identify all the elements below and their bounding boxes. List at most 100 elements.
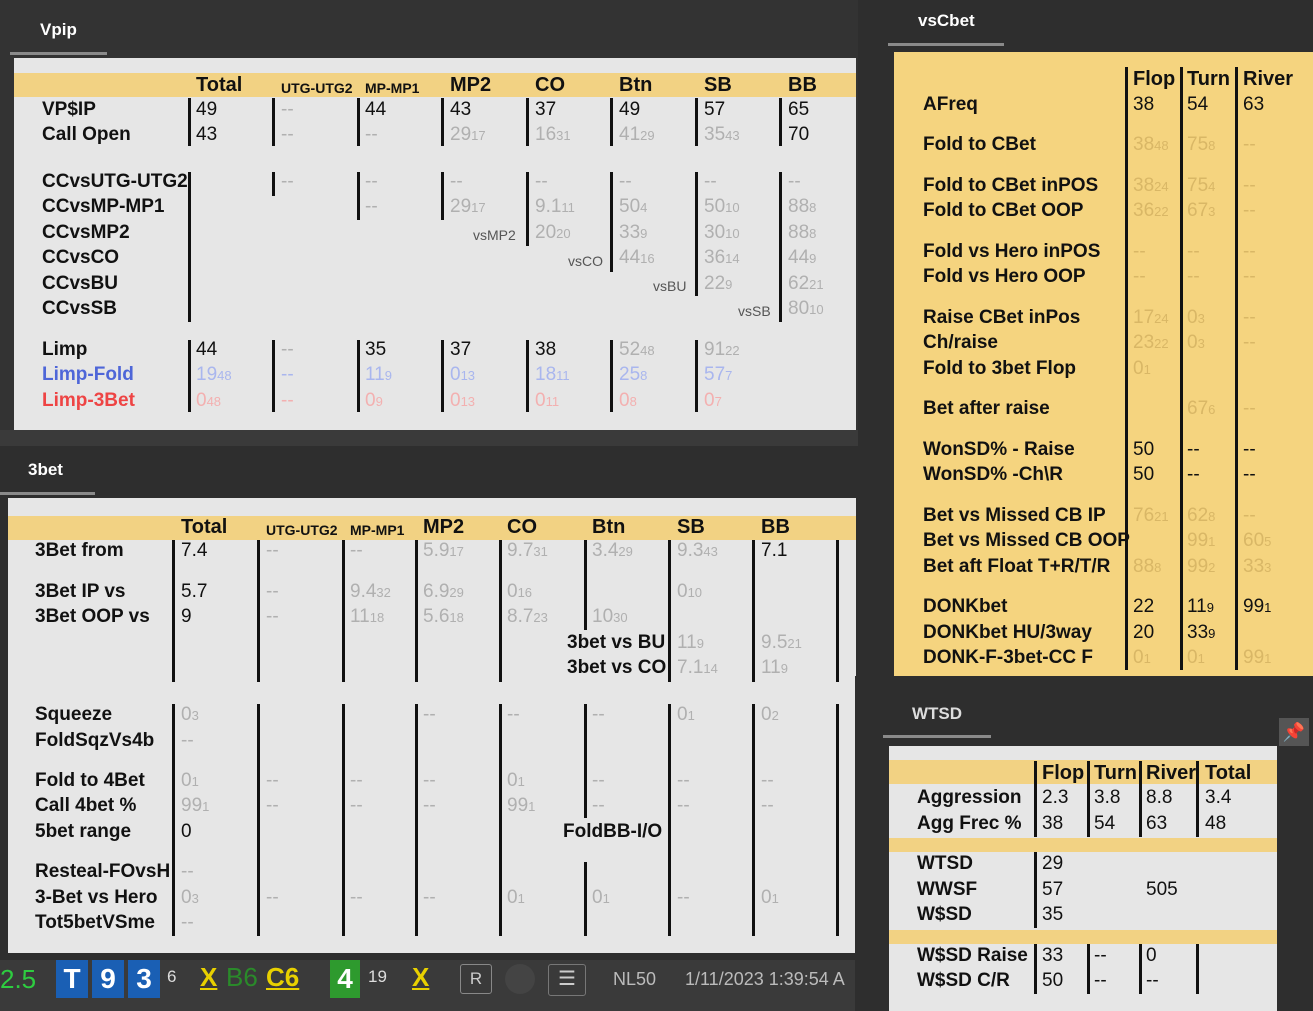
divider: [695, 172, 698, 296]
tb-tot5: --: [181, 912, 194, 933]
callopen-bb: 70: [788, 124, 810, 145]
tb-call4: --: [423, 795, 436, 816]
tb-call4: --: [677, 795, 690, 816]
tb-sqz: 02: [761, 704, 779, 725]
divider: [342, 540, 345, 682]
wtsd-band-3: [889, 930, 1277, 944]
vscbet-row-value: 992: [1187, 556, 1216, 577]
vscbet-row-value: 991: [1187, 530, 1216, 551]
wt-aggfrec-val: 54: [1094, 813, 1116, 834]
divider: [1139, 761, 1142, 837]
tb-oop: 1118: [350, 606, 385, 627]
vscbet-row-value: 676: [1187, 398, 1216, 419]
vscbet-row-value: --: [1243, 332, 1256, 353]
wt-wsdraise-label: W$SD Raise: [917, 945, 1028, 966]
vscbet-row-value: --: [1243, 266, 1256, 287]
vscbet-row-label: Bet vs Missed CB IP: [923, 505, 1106, 526]
divider: [1180, 67, 1183, 670]
divider: [526, 98, 529, 146]
limp3bet-val: 013: [450, 390, 476, 411]
pin-icon[interactable]: 📌: [1279, 718, 1309, 746]
tb-from: 7.4: [181, 540, 208, 561]
vscbet-row-value: 3824: [1133, 175, 1169, 196]
vscbet-row-value: --: [1243, 505, 1256, 526]
cc-val: --: [450, 171, 463, 192]
tb-call4: 991: [181, 795, 210, 816]
divider: [584, 540, 587, 630]
tb-sqz: 01: [677, 704, 695, 725]
vpip-tab[interactable]: Vpip: [40, 20, 77, 40]
divider: [610, 172, 613, 272]
r-button[interactable]: R: [460, 964, 492, 994]
cc-val: --: [281, 171, 294, 192]
threebet-tab[interactable]: 3bet: [28, 460, 63, 480]
tb-col-btn: Btn: [592, 516, 626, 538]
vscbet-row-label: Fold to CBet OOP: [923, 200, 1084, 221]
vscbet-tab[interactable]: vsCbet: [918, 11, 975, 31]
vscbet-row-value: 7621: [1133, 505, 1169, 526]
menu-icon[interactable]: ☰: [548, 964, 586, 996]
divider: [1034, 761, 1037, 837]
cc-val: 3010: [704, 222, 740, 243]
limp-label: Limp: [42, 339, 88, 360]
divider: [1087, 944, 1090, 994]
vscbet-row-value: 03: [1187, 307, 1205, 328]
tb-vshero: --: [266, 887, 279, 908]
tb-fold4: --: [350, 770, 363, 791]
limpfold-val: 1948: [196, 364, 232, 385]
cc-val: 9.111: [535, 196, 575, 217]
tb-fold4: 01: [181, 770, 199, 791]
divider: [499, 704, 502, 936]
wt-agg-val: 3.4: [1205, 787, 1232, 808]
divider: [172, 704, 175, 936]
play-icon[interactable]: [505, 964, 535, 994]
tb-ip: 5.7: [181, 581, 208, 602]
wt-wsdraise-val: --: [1094, 945, 1107, 966]
cc-val: 3614: [704, 247, 740, 268]
limit-label: NL50: [613, 969, 657, 989]
divider: [1196, 761, 1199, 837]
vpip-mp: 44: [365, 99, 387, 120]
vpip-col-bb: BB: [788, 74, 817, 96]
tb-from: 3.429: [592, 540, 633, 561]
vs-label: vsCO: [568, 253, 603, 269]
tb-call4: --: [761, 795, 774, 816]
tb-oop: 8.723: [507, 606, 548, 627]
wt-agg-val: 8.8: [1146, 787, 1173, 808]
tb-col-bb: BB: [761, 516, 790, 538]
limp3bet-val: --: [281, 390, 294, 411]
vpip-utg: --: [281, 99, 294, 120]
limp3bet-val: 048: [196, 390, 222, 411]
vscbet-row-label: Fold to 3bet Flop: [923, 358, 1077, 379]
limp3bet-val: 011: [535, 390, 560, 411]
tb-from: 7.1: [761, 540, 788, 561]
wt-wsdcr-val: --: [1094, 970, 1107, 991]
cc-val: 2917: [450, 196, 486, 217]
cc-val: 8010: [788, 298, 824, 319]
vscbet-row-value: 50: [1133, 464, 1155, 485]
wt-col-flop: Flop: [1042, 762, 1085, 784]
divider: [1235, 67, 1238, 670]
vpip-total: 49: [196, 99, 218, 120]
vscbet-row-value: 3848: [1133, 134, 1169, 155]
vscbet-row-value: --: [1133, 266, 1146, 287]
badge-t: T: [56, 960, 88, 998]
limpfold-label: Limp-Fold: [42, 364, 134, 385]
vscbet-row-label: WonSD% - Raise: [923, 439, 1075, 460]
tb-vsbu: 9.521: [761, 632, 802, 653]
callopen-label: Call Open: [42, 124, 131, 145]
cc-label: CCvsSB: [42, 298, 117, 319]
tb-fold4: --: [592, 770, 605, 791]
wtsd-tab[interactable]: WTSD: [912, 704, 962, 724]
callopen-mp2: 2917: [450, 124, 486, 145]
divider: [272, 172, 275, 196]
tb-call4: --: [592, 795, 605, 816]
divider: [610, 340, 613, 412]
vscbet-row-value: 38: [1133, 94, 1155, 115]
vpip-col-mp: MP-MP1: [365, 80, 420, 96]
vscbet-row-label: Fold vs Hero OOP: [923, 266, 1086, 287]
tb-vshero: --: [677, 887, 690, 908]
divider: [357, 172, 360, 220]
vpip-sb: 57: [704, 99, 726, 120]
tb-from: --: [350, 540, 363, 561]
